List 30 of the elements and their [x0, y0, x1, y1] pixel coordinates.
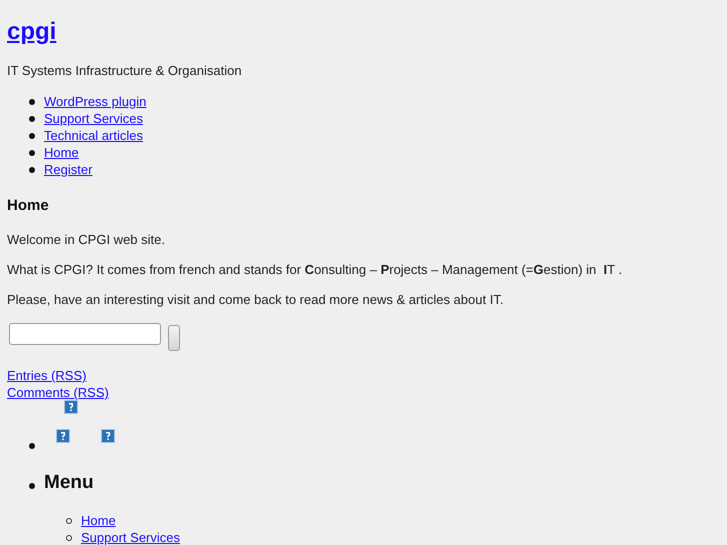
site-title-link[interactable]: cpgi — [7, 18, 56, 46]
bullet-icon — [29, 443, 35, 449]
nav-link[interactable]: Support Services — [44, 110, 143, 127]
search-button[interactable] — [168, 325, 180, 351]
bullet-icon — [29, 116, 35, 122]
bullet-icon — [29, 166, 35, 172]
bullet-icon — [29, 132, 35, 138]
broken-image-icon — [101, 429, 115, 443]
bullet-icon — [29, 483, 35, 489]
paragraph: Please, have an interesting visit and come back to read more news & articles about IT. — [7, 291, 504, 308]
menu-link[interactable]: Support Services — [81, 529, 180, 545]
tagline: IT Systems Infrastructure & Organisation — [7, 62, 243, 79]
feed-link[interactable]: Comments (RSS) — [7, 385, 109, 400]
bullet-icon — [66, 534, 72, 540]
bullet-icon — [29, 98, 35, 104]
broken-image-icon — [56, 429, 70, 443]
broken-image-icon — [64, 400, 78, 414]
page-heading: Home — [7, 197, 50, 214]
nav-link[interactable]: Register — [44, 161, 92, 178]
bullet-icon — [66, 518, 72, 524]
nav-link[interactable]: Technical articles — [44, 127, 143, 144]
menu-link[interactable]: Home — [81, 512, 116, 529]
paragraph: Welcome in CPGI web site. — [7, 231, 166, 248]
paragraph: What is CPGI? It comes from french and stands for Consulting – Projects – Management (=Gestion) in IT . — [7, 261, 624, 278]
bullet-icon — [29, 150, 35, 156]
nav-link[interactable]: WordPress plugin — [44, 93, 146, 110]
search-field[interactable] — [9, 323, 161, 345]
feed-link[interactable]: Entries (RSS) — [7, 368, 86, 383]
menu-heading: Menu — [44, 471, 94, 495]
nav-link[interactable]: Home — [44, 144, 79, 161]
